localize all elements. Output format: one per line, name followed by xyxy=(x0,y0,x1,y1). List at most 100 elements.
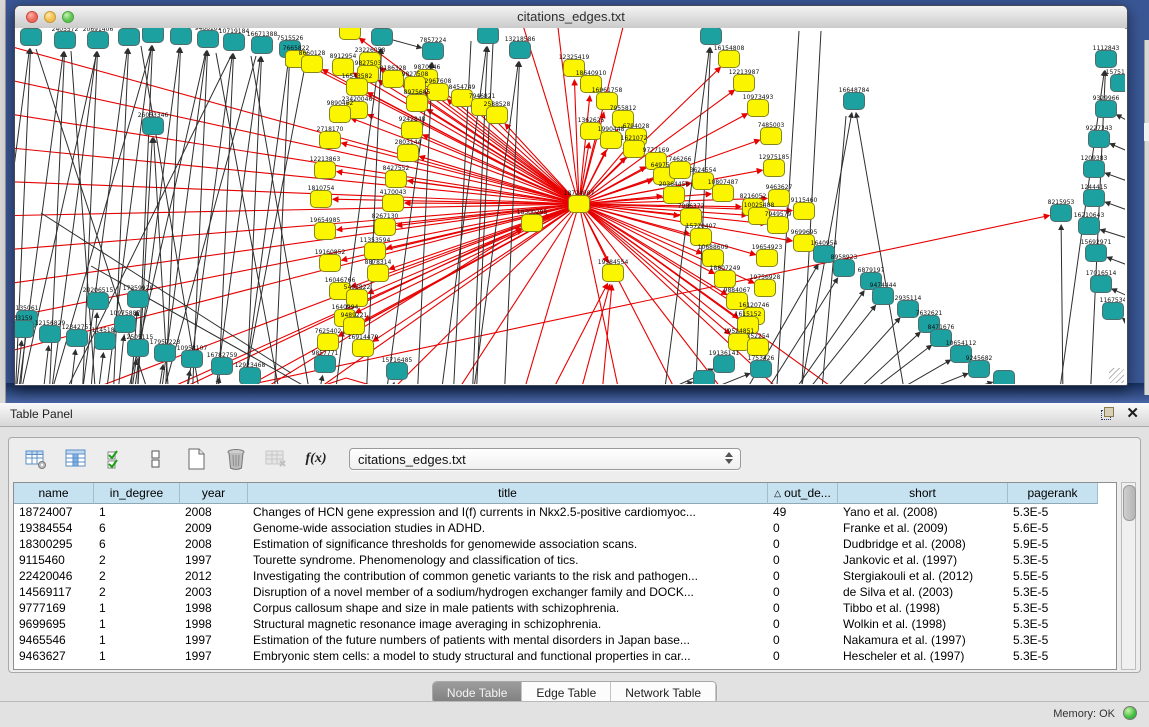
graph-node[interactable] xyxy=(1096,101,1117,118)
graph-node[interactable] xyxy=(302,56,323,73)
graph-node[interactable] xyxy=(55,32,76,49)
select-column-button[interactable] xyxy=(63,447,89,471)
graph-node[interactable] xyxy=(761,128,782,145)
graph-node[interactable] xyxy=(734,75,755,92)
column-header-in_degree[interactable]: in_degree xyxy=(94,483,180,504)
graph-node[interactable] xyxy=(719,51,740,68)
graph-node[interactable] xyxy=(368,265,389,282)
graph-node[interactable] xyxy=(143,118,164,135)
graph-node[interactable] xyxy=(601,132,622,149)
column-header-year[interactable]: year xyxy=(180,483,248,504)
graph-node[interactable] xyxy=(315,162,336,179)
delete-column-button[interactable] xyxy=(223,447,249,471)
graph-node[interactable] xyxy=(691,229,712,246)
delete-table-button[interactable] xyxy=(263,447,289,471)
graph-node[interactable] xyxy=(1089,131,1110,148)
table-row[interactable]: 946362711997Embryonic stem cells: a mode… xyxy=(14,648,1116,664)
graph-node[interactable] xyxy=(88,293,109,310)
graph-node[interactable] xyxy=(757,250,778,267)
graph-node[interactable] xyxy=(198,31,219,48)
graph-node[interactable] xyxy=(873,288,894,305)
graph-node[interactable] xyxy=(95,333,116,350)
graph-node[interactable] xyxy=(664,187,685,204)
graph-node[interactable] xyxy=(320,255,341,272)
table-selector-dropdown[interactable]: citations_edges.txt xyxy=(349,448,741,470)
graph-node[interactable] xyxy=(522,215,543,232)
graph-node[interactable] xyxy=(88,32,109,49)
table-row[interactable]: 911546021997Tourette syndrome. Phenomeno… xyxy=(14,552,1116,568)
graph-node[interactable] xyxy=(428,84,449,101)
graph-node[interactable] xyxy=(383,71,404,88)
graph-node[interactable] xyxy=(1086,245,1107,262)
network-canvas[interactable]: 2405572206914061065325715276079466161107… xyxy=(15,28,1125,384)
graph-node[interactable] xyxy=(1084,161,1105,178)
new-column-button[interactable] xyxy=(183,447,209,471)
graph-node[interactable] xyxy=(315,223,336,240)
graph-node[interactable] xyxy=(119,29,140,46)
tab-network-table[interactable]: Network Table xyxy=(611,682,716,703)
graph-node[interactable] xyxy=(311,191,332,208)
graph-node[interactable] xyxy=(1091,276,1112,293)
tab-node-table[interactable]: Node Table xyxy=(433,682,523,703)
graph-node[interactable] xyxy=(240,368,261,385)
select-rows-button[interactable] xyxy=(103,447,129,471)
graph-node[interactable] xyxy=(40,326,61,343)
graph-node[interactable] xyxy=(751,361,772,378)
graph-node[interactable] xyxy=(1084,190,1105,207)
graph-node[interactable] xyxy=(603,265,624,282)
graph-node[interactable] xyxy=(834,260,855,277)
graph-node[interactable] xyxy=(315,356,336,373)
graph-node[interactable] xyxy=(768,217,789,234)
graph-node[interactable] xyxy=(1111,75,1126,92)
graph-node[interactable] xyxy=(703,250,724,267)
graph-node[interactable] xyxy=(182,351,203,368)
table-row[interactable]: 1830029562008Estimation of significance … xyxy=(14,536,1116,552)
graph-node[interactable] xyxy=(701,28,722,45)
graph-node[interactable] xyxy=(407,95,428,112)
graph-node[interactable] xyxy=(224,34,245,51)
graph-node[interactable] xyxy=(969,361,990,378)
graph-node[interactable] xyxy=(748,339,769,356)
window-resize-grip[interactable] xyxy=(1109,368,1124,383)
graph-node[interactable] xyxy=(155,345,176,362)
graph-node[interactable] xyxy=(212,358,233,375)
scrollbar-thumb[interactable] xyxy=(1123,485,1136,521)
graph-node[interactable] xyxy=(478,28,499,44)
float-panel-icon[interactable] xyxy=(1101,407,1114,420)
graph-node[interactable] xyxy=(1079,218,1100,235)
graph-node[interactable] xyxy=(694,371,715,385)
table-row[interactable]: 2242004622012Investigating the contribut… xyxy=(14,568,1116,584)
graph-node[interactable] xyxy=(372,29,393,46)
graph-node[interactable] xyxy=(386,171,407,188)
graph-node[interactable] xyxy=(383,195,404,212)
graph-node[interactable] xyxy=(714,356,735,373)
graph-node[interactable] xyxy=(398,145,419,162)
graph-node[interactable] xyxy=(387,363,408,380)
graph-node[interactable] xyxy=(67,330,88,347)
graph-node[interactable] xyxy=(353,340,374,357)
graph-node[interactable] xyxy=(318,334,339,351)
graph-node[interactable] xyxy=(755,280,776,297)
graph-node[interactable] xyxy=(252,37,273,54)
column-header-name[interactable]: name xyxy=(14,483,94,504)
network-view[interactable]: 2405572206914061065325715276079466161107… xyxy=(15,28,1125,384)
graph-node[interactable] xyxy=(365,243,386,260)
table-scrollbar[interactable] xyxy=(1121,482,1136,670)
graph-node[interactable] xyxy=(713,185,734,202)
graph-node[interactable] xyxy=(1103,303,1124,320)
tab-edge-table[interactable]: Edge Table xyxy=(522,682,611,703)
graph-node[interactable] xyxy=(320,132,341,149)
graph-node[interactable] xyxy=(143,28,164,43)
graph-node[interactable] xyxy=(1051,205,1072,222)
close-panel-icon[interactable]: ✕ xyxy=(1126,407,1139,420)
table-row[interactable]: 1872400712008Changes of HCN gene express… xyxy=(14,504,1116,520)
graph-node[interactable] xyxy=(670,162,691,179)
graph-node[interactable] xyxy=(330,106,351,123)
function-builder-button[interactable]: f(x) xyxy=(303,447,329,471)
graph-node[interactable] xyxy=(347,79,368,96)
left-panel-edge[interactable] xyxy=(0,0,6,403)
graph-node[interactable] xyxy=(128,291,149,308)
table-row[interactable]: 946554611997Estimation of the future num… xyxy=(14,632,1116,648)
graph-node[interactable] xyxy=(171,28,192,45)
graph-node[interactable] xyxy=(794,203,815,220)
